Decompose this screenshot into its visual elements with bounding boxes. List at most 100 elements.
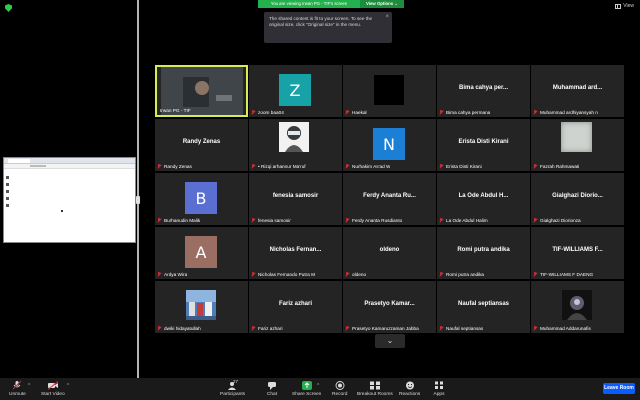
participant-title: Naufal septiansas [457,301,510,307]
participant-tile[interactable]: fenesia samosir fenesia samosir [249,173,342,225]
muted-mic-icon [533,326,538,331]
muted-mic-icon [439,272,444,277]
participant-tile[interactable]: Ferdy Ananta Ru... Ferdy Ananta Rusdianto [343,173,436,225]
divider-grip-handle[interactable] [136,196,140,204]
video-off-icon [47,381,59,390]
participant-name: Bima cahya permana [446,110,491,115]
muted-mic-icon [157,326,162,331]
participant-tile[interactable]: Nicholas Fernan... Nicholas Fernando Putr… [249,227,342,279]
record-button[interactable]: Record [332,381,347,397]
split-divider[interactable] [137,0,139,378]
participants-button[interactable]: 27 Participants [220,379,246,397]
participant-tile[interactable]: oldeno oldeno [343,227,436,279]
participant-name: Erista Disti Kirani [446,164,482,169]
apps-icon [435,381,443,389]
participant-tile[interactable]: Erista Disti Kirani Erista Disti Kirani [437,119,530,171]
participant-name: Gialghazi Diorionza [540,218,581,223]
participant-tile[interactable]: Fariz azhari Fariz azhari [249,281,342,333]
muted-mic-icon [533,218,538,223]
participant-tile[interactable]: Zzoom baa04 [249,65,342,117]
avatar: A [185,236,217,268]
unmute-label: Unmute [9,392,26,397]
fit-screen-tooltip: The shared content is fit to your screen… [264,12,392,43]
participant-title: TIF-WILLIAMS F... [552,247,603,253]
participant-tile[interactable]: B Burhanudin Malik [155,173,248,225]
participant-title: Prasetyo Kamar... [364,301,415,307]
shared-screen-thumbnail[interactable] [3,157,136,243]
close-icon[interactable]: × [385,14,389,20]
participant-title: Romi putra andika [457,247,510,253]
apps-button[interactable]: Apps [433,381,445,397]
participant-name: Muhammad Addarunafis [540,326,591,331]
participant-tile[interactable]: Romi putra andika Romi putra andika [437,227,530,279]
record-icon [335,381,345,390]
start-video-label: Start Video [41,392,65,397]
participant-tile[interactable]: Gialghazi Diorio... Gialghazi Diorionza [531,173,624,225]
muted-mic-icon [533,164,538,169]
participant-name: oldeno [352,272,367,277]
participant-name: Ardya Wira [164,272,188,277]
participant-tile[interactable]: La Ode Abdul H... La Ode Abdul Halim [437,173,530,225]
participant-name: • Rizqi arhannur Ma'ruf [258,164,306,169]
participant-tile[interactable]: Randy Zenas Randy Zenas [155,119,248,171]
participant-tile[interactable]: TIF-WILLIAMS F... TIF-WILLIAMS F DAENG [531,227,624,279]
thumbnail-sidebar [6,176,9,216]
unmute-button[interactable]: Unmute [9,381,26,397]
audio-options-caret-icon[interactable]: ^ [28,383,30,389]
participant-tile[interactable]: Haekal [343,65,436,117]
video-options-caret-icon[interactable]: ^ [67,383,69,389]
share-options-caret-icon[interactable]: ^ [317,383,319,389]
participant-name: Haekal [352,110,367,115]
participant-tile[interactable]: Irwan PG - TIF [155,65,248,117]
participant-tile[interactable]: Prasetyo Kamar... Prasetyo Kamaruzzaman J… [343,281,436,333]
participant-tile[interactable]: Bima cahya per... Bima cahya permana [437,65,530,117]
participant-tile[interactable]: Naufal septiansas Naufal septiansas [437,281,530,333]
muted-mic-icon [157,218,162,223]
view-options-button[interactable]: View Options ⌄ [360,0,404,8]
participant-tile[interactable]: Muhammad ard... Muhammad ardhiyansyah n [531,65,624,117]
participant-tile[interactable]: A Ardya Wira [155,227,248,279]
participant-tile[interactable]: Muhammad Addarunafis [531,281,624,333]
viewing-message: You are viewing Irwan PG - TIF's screen [270,1,348,6]
participant-name: Naufal septiansas [446,326,484,331]
muted-mic-icon [439,218,444,223]
participant-tile[interactable]: • Rizqi arhannur Ma'ruf [249,119,342,171]
participant-tile[interactable]: Fazrah Rahmawati [531,119,624,171]
profile-picture [561,122,592,152]
profile-picture [186,290,216,320]
view-button[interactable]: View [615,3,634,9]
next-page-chevron-icon[interactable]: ⌄ [375,334,405,348]
muted-mic-icon [251,272,256,277]
start-video-button[interactable]: Start Video [41,381,65,397]
participants-label: Participants [220,392,246,397]
leave-room-button[interactable]: Leave Room [603,383,635,394]
chat-icon [268,382,276,390]
breakout-rooms-label: Breakout Rooms [357,392,393,397]
breakout-rooms-button[interactable]: Breakout Rooms [357,381,393,397]
participant-tile[interactable]: dwiki hidayatullah [155,281,248,333]
muted-mic-icon [157,164,162,169]
smiley-icon [405,381,414,390]
security-shield-icon[interactable] [5,4,12,12]
reactions-button[interactable]: Reactions [399,381,420,397]
reactions-label: Reactions [399,392,421,397]
participant-title: Erista Disti Kirani [458,139,509,145]
muted-mic-icon [533,110,538,115]
muted-mic-icon [251,326,256,331]
muted-mic-icon [251,164,256,169]
participant-name: Ferdy Ananta Rusdianto [352,218,403,223]
apps-label: Apps [433,392,445,397]
viewing-banner: You are viewing Irwan PG - TIF's screen … [258,0,404,8]
thumbnail-cursor [61,210,63,212]
muted-mic-icon [439,110,444,115]
muted-mic-icon [533,272,538,277]
profile-picture [562,290,592,320]
participant-title: fenesia samosir [272,193,319,199]
participant-name: Muhammad ardhiyansyah n [540,110,598,115]
participant-name: Prasetyo Kamaruzzaman Jabba [352,326,419,331]
avatar: N [373,128,405,160]
muted-mic-icon [345,326,350,331]
chat-button[interactable]: Chat [266,381,278,397]
participant-name: Burhanudin Malik [164,218,201,223]
participant-tile[interactable]: N Nurhakim As'ad W [343,119,436,171]
